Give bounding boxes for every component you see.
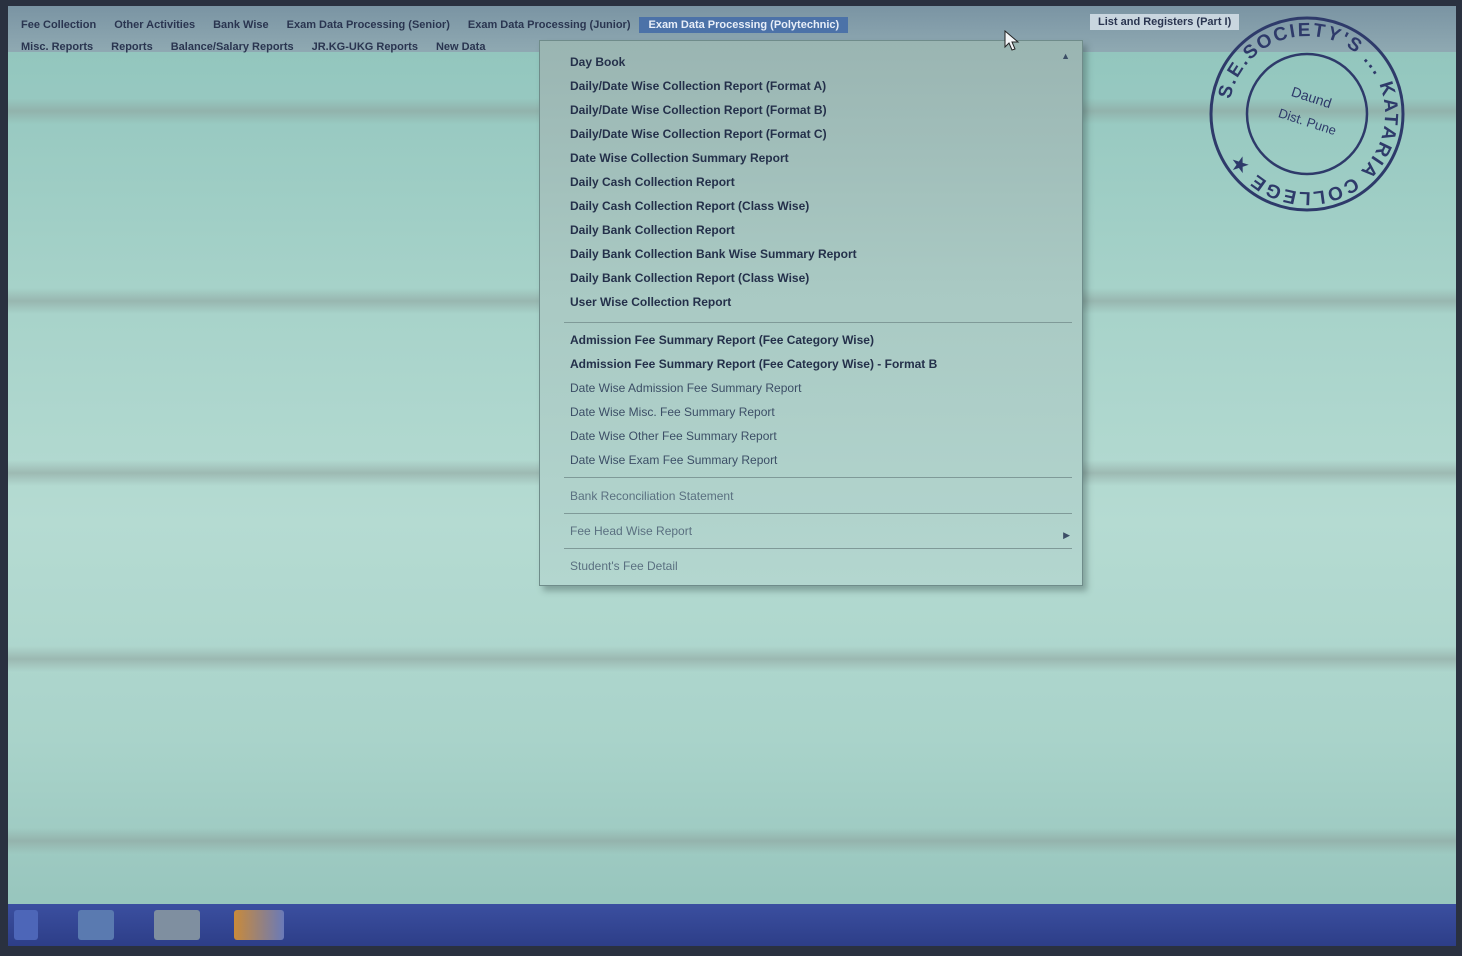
menu-exam-senior[interactable]: Exam Data Processing (Senior): [278, 17, 459, 33]
reports-dropdown-menu: ▲ Day Book Daily/Date Wise Collection Re…: [539, 40, 1083, 586]
menu-separator: [564, 548, 1072, 549]
menu-item-bank-reconciliation[interactable]: Bank Reconciliation Statement: [570, 489, 733, 503]
menu-reports[interactable]: Reports: [102, 39, 162, 55]
menu-fee-collection[interactable]: Fee Collection: [12, 17, 105, 33]
menu-exam-junior[interactable]: Exam Data Processing (Junior): [459, 17, 640, 33]
menu-item-date-wise-exam-fee[interactable]: Date Wise Exam Fee Summary Report: [570, 453, 777, 467]
mouse-cursor-icon: [1004, 30, 1020, 51]
menu-item-day-book[interactable]: Day Book: [570, 55, 625, 69]
taskbar-app-icon[interactable]: [78, 910, 114, 940]
start-button-icon[interactable]: [14, 910, 38, 940]
menu-item-date-wise-admission-fee[interactable]: Date Wise Admission Fee Summary Report: [570, 381, 801, 395]
taskbar-app-icon[interactable]: [154, 910, 200, 940]
menu-item-date-wise-other-fee[interactable]: Date Wise Other Fee Summary Report: [570, 429, 777, 443]
menu-item-cash-collection-class[interactable]: Daily Cash Collection Report (Class Wise…: [570, 199, 809, 213]
menu-item-bank-collection-summary[interactable]: Daily Bank Collection Bank Wise Summary …: [570, 247, 857, 261]
menu-exam-polytechnic[interactable]: Exam Data Processing (Polytechnic): [639, 17, 849, 33]
menu-misc-reports[interactable]: Misc. Reports: [12, 39, 102, 55]
screen: Fee Collection Other Activities Bank Wis…: [8, 6, 1456, 946]
stamp-center-line1: Daund: [1289, 83, 1333, 111]
taskbar-folder-icon[interactable]: [234, 910, 284, 940]
menu-new-data[interactable]: New Data: [427, 39, 495, 55]
menu-item-admission-fee-summary[interactable]: Admission Fee Summary Report (Fee Catego…: [570, 333, 874, 347]
menu-item-collection-format-b[interactable]: Daily/Date Wise Collection Report (Forma…: [570, 103, 827, 117]
menu-item-date-wise-misc-fee[interactable]: Date Wise Misc. Fee Summary Report: [570, 405, 775, 419]
menu-balance-salary[interactable]: Balance/Salary Reports: [162, 39, 303, 55]
menu-item-bank-collection-class[interactable]: Daily Bank Collection Report (Class Wise…: [570, 271, 809, 285]
menu-bank-wise[interactable]: Bank Wise: [204, 17, 278, 33]
menu-item-cash-collection[interactable]: Daily Cash Collection Report: [570, 175, 735, 189]
menu-other-activities[interactable]: Other Activities: [105, 17, 204, 33]
scanline: [8, 828, 1456, 854]
menu-item-collection-format-a[interactable]: Daily/Date Wise Collection Report (Forma…: [570, 79, 826, 93]
menu-item-collection-summary[interactable]: Date Wise Collection Summary Report: [570, 151, 789, 165]
menu-jrkg-ukg[interactable]: JR.KG-UKG Reports: [303, 39, 427, 55]
menu-item-user-wise-collection[interactable]: User Wise Collection Report: [570, 295, 731, 309]
menu-row-1: Fee Collection Other Activities Bank Wis…: [12, 14, 849, 36]
menu-separator: [564, 513, 1072, 514]
menu-item-fee-head-wise[interactable]: Fee Head Wise Report: [570, 524, 692, 538]
college-stamp: S.E.SOCIETY'S ... KATARIA COLLEGE ★ Daun…: [1209, 16, 1405, 212]
menu-item-collection-format-c[interactable]: Daily/Date Wise Collection Report (Forma…: [570, 127, 827, 141]
menu-row-2: Misc. Reports Reports Balance/Salary Rep…: [12, 36, 494, 58]
submenu-arrow-icon: ▶: [1063, 530, 1070, 540]
taskbar: [8, 904, 1456, 946]
menu-item-bank-collection[interactable]: Daily Bank Collection Report: [570, 223, 735, 237]
scroll-up-arrow-icon[interactable]: ▲: [1061, 51, 1070, 61]
scanline: [8, 646, 1456, 672]
menu-separator: [564, 322, 1072, 323]
menu-item-students-fee-detail[interactable]: Student's Fee Detail: [570, 559, 678, 573]
menu-item-admission-fee-summary-b[interactable]: Admission Fee Summary Report (Fee Catego…: [570, 357, 937, 371]
menu-separator: [564, 477, 1072, 478]
